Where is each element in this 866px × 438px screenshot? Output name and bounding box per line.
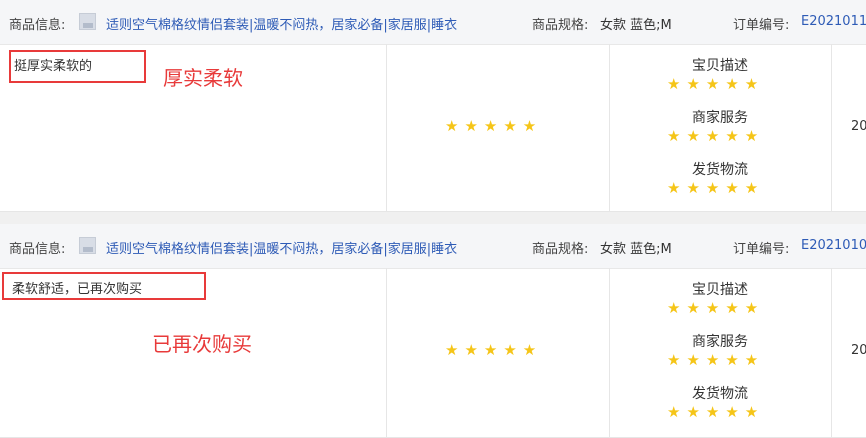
product-info-label: 商品信息: <box>9 242 66 257</box>
product-rating-stars: ★★★★★ <box>445 341 543 359</box>
rating-label-service: 商家服务 <box>692 110 748 126</box>
review-date: 20 <box>851 119 866 134</box>
order-number-label: 订单编号: <box>733 18 790 33</box>
spec-value: 女款 蓝色;M <box>600 242 672 257</box>
review-header: 商品信息: 适则空气棉格纹情侣套装|温暖不闷热，居家必备|家居服|睡衣 商品规格… <box>0 224 866 269</box>
rating-stars-service: ★★★★★ <box>667 351 765 369</box>
column-divider <box>386 44 387 211</box>
rating-label-service: 商家服务 <box>692 334 748 350</box>
order-number-label: 订单编号: <box>733 242 790 257</box>
rating-stars-description: ★★★★★ <box>667 75 765 93</box>
review-card: 商品信息: 适则空气棉格纹情侣套装|温暖不闷热，居家必备|家居服|睡衣 商品规格… <box>0 224 866 438</box>
product-info-label: 商品信息: <box>9 18 66 33</box>
review-header: 商品信息: 适则空气棉格纹情侣套装|温暖不闷热，居家必备|家居服|睡衣 商品规格… <box>0 0 866 45</box>
product-thumbnail[interactable] <box>79 13 96 30</box>
product-title-link[interactable]: 适则空气棉格纹情侣套装|温暖不闷热，居家必备|家居服|睡衣 <box>106 238 457 257</box>
order-number-link[interactable]: E20210104 <box>801 238 866 253</box>
rating-stars-logistics: ★★★★★ <box>667 403 765 421</box>
column-divider <box>831 44 832 211</box>
review-date: 20 <box>851 343 866 358</box>
spec-value: 女款 蓝色;M <box>600 18 672 33</box>
product-title-link[interactable]: 适则空气棉格纹情侣套装|温暖不闷热，居家必备|家居服|睡衣 <box>106 14 457 33</box>
annotation-text: 厚实柔软 <box>163 66 243 90</box>
column-divider <box>386 268 387 437</box>
order-number-link[interactable]: E20210112 <box>801 14 866 29</box>
review-comment: 挺厚实柔软的 <box>14 59 93 74</box>
rating-label-description: 宝贝描述 <box>692 282 748 298</box>
spec-label: 商品规格: <box>532 242 589 257</box>
product-thumbnail[interactable] <box>79 237 96 254</box>
product-rating-stars: ★★★★★ <box>445 117 543 135</box>
rating-stars-service: ★★★★★ <box>667 127 765 145</box>
rating-label-logistics: 发货物流 <box>692 162 748 178</box>
rating-label-description: 宝贝描述 <box>692 58 748 74</box>
column-divider <box>609 268 610 437</box>
rating-label-logistics: 发货物流 <box>692 386 748 402</box>
rating-stars-description: ★★★★★ <box>667 299 765 317</box>
review-card: 商品信息: 适则空气棉格纹情侣套装|温暖不闷热，居家必备|家居服|睡衣 商品规格… <box>0 0 866 212</box>
review-comment: 柔软舒适，已再次购买 <box>12 282 143 297</box>
annotation-text: 已再次购买 <box>152 332 252 356</box>
rating-stars-logistics: ★★★★★ <box>667 179 765 197</box>
column-divider <box>609 44 610 211</box>
spec-label: 商品规格: <box>532 18 589 33</box>
column-divider <box>831 268 832 437</box>
